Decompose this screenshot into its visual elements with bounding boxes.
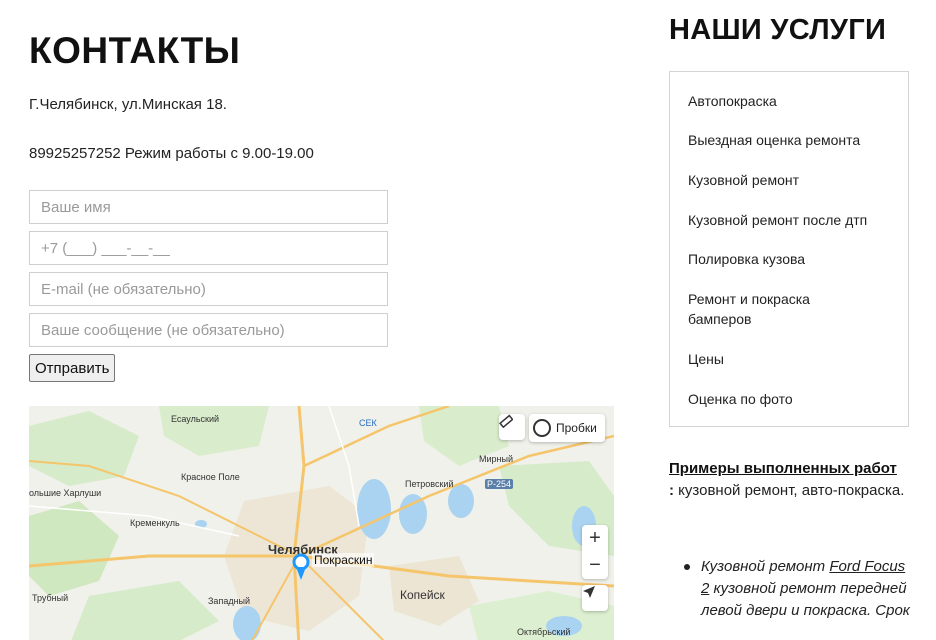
map-place-petrovsky: Петровский bbox=[405, 479, 454, 489]
page-title: КОНТАКТЫ bbox=[29, 30, 241, 71]
map-place-kremenkul: Кременкуль bbox=[130, 518, 180, 528]
map-place-mirny: Мирный bbox=[479, 454, 513, 464]
zoom-in-button[interactable]: + bbox=[582, 525, 608, 552]
traffic-button[interactable]: Пробки bbox=[529, 414, 605, 442]
phone-text: 89925257252 Режим работы с 9.00-19.00 bbox=[29, 145, 314, 162]
map-place-krasnoe-pole: Красное Поле bbox=[181, 472, 240, 482]
map-place-oktyabrsky: Октябрьский bbox=[517, 627, 571, 637]
examples-link[interactable]: Примеры выполненных работ bbox=[669, 460, 897, 477]
map-place-sek: СЕК bbox=[359, 418, 377, 428]
service-item-bampery[interactable]: Ремонт и покраска бамперов bbox=[688, 289, 858, 329]
examples-description: кузовной ремонт, авто-покраска. bbox=[674, 482, 905, 499]
map-place-zapadny: Западный bbox=[208, 596, 251, 606]
service-item-avtopokraska[interactable]: Автопокраска bbox=[688, 91, 898, 111]
map-place-kopeysk: Копейск bbox=[400, 588, 445, 602]
service-item-polirovka[interactable]: Полировка кузова bbox=[688, 249, 898, 269]
location-arrow-icon bbox=[583, 586, 595, 598]
map-canvas[interactable] bbox=[29, 406, 614, 640]
message-input[interactable] bbox=[29, 313, 388, 347]
service-item-vyezdnaya-otsenka[interactable]: Выездная оценка ремонта bbox=[688, 130, 898, 150]
email-input[interactable] bbox=[29, 272, 388, 306]
zoom-out-button[interactable]: − bbox=[582, 552, 608, 579]
examples-intro: Примеры выполненных работ : кузовной рем… bbox=[669, 458, 914, 502]
traffic-icon bbox=[533, 419, 551, 437]
service-item-tseny[interactable]: Цены bbox=[688, 349, 898, 369]
address-text: Г.Челябинск, ул.Минская 18. bbox=[29, 96, 227, 113]
name-input[interactable] bbox=[29, 190, 388, 224]
map-place-kharlushi: ольшие Харлуши bbox=[29, 488, 102, 498]
example-suffix: кузовной ремонт передней левой двери и п… bbox=[701, 580, 910, 619]
service-item-otsenka-po-foto[interactable]: Оценка по фото bbox=[688, 389, 898, 409]
services-menu: Автопокраска Выездная оценка ремонта Куз… bbox=[669, 71, 909, 427]
map-pin-label: Покраскин bbox=[312, 553, 375, 567]
example-prefix: Кузовной ремонт bbox=[701, 558, 830, 575]
map-road-r254: Р-254 bbox=[485, 479, 514, 489]
ruler-button[interactable] bbox=[499, 414, 525, 440]
traffic-label: Пробки bbox=[556, 421, 597, 435]
service-item-remont-posle-dtp[interactable]: Кузовной ремонт после дтп bbox=[688, 210, 898, 230]
ruler-icon bbox=[499, 414, 513, 428]
list-bullet bbox=[684, 564, 690, 570]
map-place-trubny: Трубный bbox=[32, 593, 69, 603]
zoom-control: + − bbox=[582, 525, 608, 579]
geolocation-button[interactable] bbox=[582, 585, 608, 611]
services-title: НАШИ УСЛУГИ bbox=[669, 14, 887, 46]
map-place-esaulsky: Есаульский bbox=[171, 414, 220, 424]
map-widget[interactable]: Есаульский СЕК Красное Поле ольшие Харлу… bbox=[29, 406, 614, 640]
phone-input[interactable] bbox=[29, 231, 388, 265]
list-item: Кузовной ремонт Ford Focus 2 кузовной ре… bbox=[701, 556, 911, 622]
submit-button[interactable]: Отправить bbox=[29, 354, 116, 382]
service-item-kuzovnoy-remont[interactable]: Кузовной ремонт bbox=[688, 170, 898, 190]
